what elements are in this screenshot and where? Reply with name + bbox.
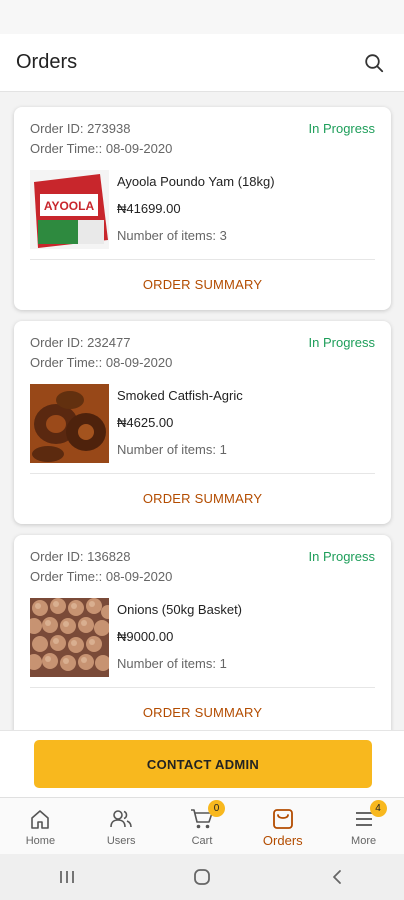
- order-summary-button[interactable]: ORDER SUMMARY: [14, 687, 391, 730]
- order-time: Order Time:: 08-09-2020: [30, 569, 173, 584]
- order-meta: Order ID: 136828 Order Time:: 08-09-2020: [30, 547, 172, 587]
- search-icon: [365, 53, 384, 72]
- nav-more-label: More: [351, 835, 377, 847]
- orders-icon: [272, 809, 293, 829]
- nav-users[interactable]: Users: [81, 798, 162, 854]
- contact-admin-button[interactable]: CONTACT ADMIN: [34, 740, 372, 788]
- status-label: In Progress: [308, 121, 375, 136]
- order-card: Order ID: 232477 Order Time:: 08-09-2020…: [14, 321, 391, 524]
- nav-home[interactable]: Home: [0, 798, 81, 854]
- more-badge: 4: [369, 800, 387, 817]
- page-title: Orders: [16, 51, 78, 73]
- order-time: Order Time:: 08-09-2020: [30, 141, 173, 156]
- order-id: Order ID: 136828: [30, 549, 131, 564]
- home-icon: [31, 810, 50, 829]
- back-button[interactable]: [317, 857, 357, 897]
- nav-cart[interactable]: 0 Cart: [162, 798, 243, 854]
- status-label: In Progress: [308, 549, 375, 564]
- nav-orders-label: Orders: [262, 833, 303, 848]
- nav-users-label: Users: [106, 835, 136, 847]
- nav-home-label: Home: [25, 835, 56, 847]
- product-price: ₦4625.00: [117, 415, 174, 430]
- home-circle-icon: [194, 869, 210, 885]
- order-summary-button[interactable]: ORDER SUMMARY: [14, 259, 391, 310]
- nav-cart-label: Cart: [191, 835, 213, 847]
- product-image[interactable]: [30, 598, 109, 677]
- items-count: Number of items: 3: [117, 228, 227, 243]
- bottom-nav: Home Users 0 Cart Orders 4 More: [0, 797, 404, 854]
- product-price: ₦41699.00: [117, 201, 181, 216]
- order-card: Order ID: 136828 Order Time:: 08-09-2020…: [14, 535, 391, 730]
- back-chevron-icon: [332, 870, 341, 884]
- product-image[interactable]: AYOOLA: [30, 170, 109, 249]
- status-bar: [0, 0, 404, 34]
- recent-apps-button[interactable]: [47, 857, 87, 897]
- nav-orders[interactable]: Orders: [242, 798, 323, 854]
- search-button[interactable]: [360, 49, 388, 77]
- contact-area: CONTACT ADMIN: [0, 730, 404, 797]
- product-price: ₦9000.00: [117, 629, 174, 644]
- product-name: Ayoola Poundo Yam (18kg): [117, 174, 275, 189]
- status-label: In Progress: [308, 335, 375, 350]
- nav-more[interactable]: 4 More: [323, 798, 404, 854]
- order-id: Order ID: 232477: [30, 335, 131, 350]
- system-nav-bar: [0, 854, 404, 900]
- order-list[interactable]: Order ID: 273938 Order Time:: 08-09-2020…: [0, 93, 404, 730]
- cart-badge: 0: [207, 800, 225, 817]
- product-name: Smoked Catfish-Agric: [117, 388, 243, 403]
- product-image[interactable]: [30, 384, 109, 463]
- items-count: Number of items: 1: [117, 656, 227, 671]
- ayoola-logo-text: AYOOLA: [44, 199, 95, 213]
- home-system-button[interactable]: [182, 857, 222, 897]
- app-header: Orders: [0, 34, 404, 92]
- order-meta: Order ID: 232477 Order Time:: 08-09-2020: [30, 333, 172, 373]
- product-name: Onions (50kg Basket): [117, 602, 243, 617]
- recent-apps-icon: [60, 871, 75, 883]
- users-icon: [110, 810, 132, 828]
- items-count: Number of items: 1: [117, 442, 227, 457]
- order-meta: Order ID: 273938 Order Time:: 08-09-2020: [30, 119, 172, 159]
- order-id: Order ID: 273938: [30, 121, 131, 136]
- order-card: Order ID: 273938 Order Time:: 08-09-2020…: [14, 107, 391, 310]
- order-summary-button[interactable]: ORDER SUMMARY: [14, 473, 391, 524]
- order-time: Order Time:: 08-09-2020: [30, 355, 173, 370]
